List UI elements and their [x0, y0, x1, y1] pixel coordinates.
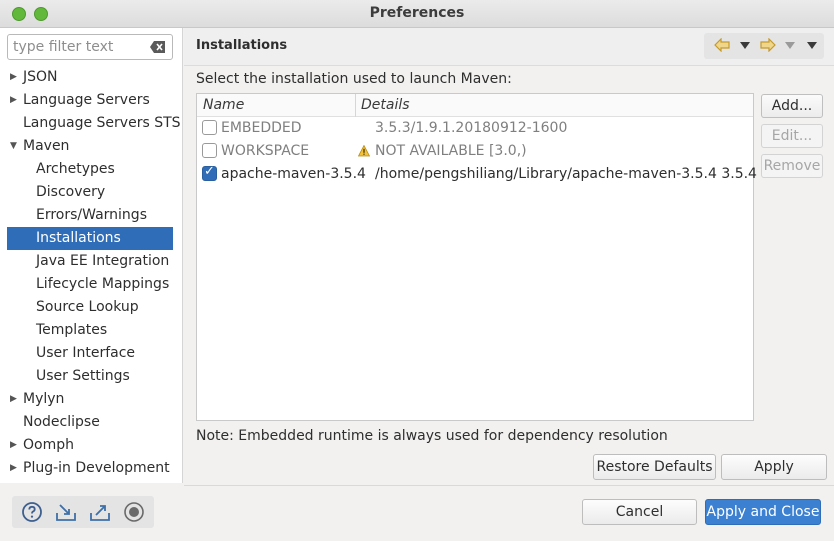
tree-item-plugin-development[interactable]: ▶ Plug-in Development [0, 457, 183, 480]
tree-item-mylyn[interactable]: ▶ Mylyn [0, 388, 183, 411]
record-icon[interactable] [122, 500, 146, 524]
tree-item-archetypes[interactable]: Archetypes [0, 158, 183, 181]
tree-item-maven[interactable]: ▼ Maven [0, 135, 183, 158]
instruction-text: Select the installation used to launch M… [196, 71, 512, 87]
collapse-arrow-icon[interactable]: ▼ [10, 135, 17, 158]
clear-filter-icon[interactable] [150, 41, 166, 53]
footer-divider [184, 485, 834, 486]
tree-item-lifecycle-mappings[interactable]: Lifecycle Mappings [0, 273, 183, 296]
apply-and-close-button[interactable]: Apply and Close [705, 499, 821, 525]
filter-input[interactable] [8, 35, 144, 59]
note-text: Note: Embedded runtime is always used fo… [196, 428, 668, 444]
window-title: Preferences [369, 5, 465, 21]
installation-details: NOT AVAILABLE [3.0,) [375, 143, 527, 159]
restore-defaults-button[interactable]: Restore Defaults [593, 454, 716, 480]
tree-item-discovery[interactable]: Discovery [0, 181, 183, 204]
table-header: Name Details [197, 94, 753, 117]
remove-button[interactable]: Remove [761, 154, 823, 178]
installation-name: apache-maven-3.5.4 [221, 166, 366, 182]
tree-item-source-lookup[interactable]: Source Lookup [0, 296, 183, 319]
warning-icon [358, 145, 370, 157]
back-dropdown-icon[interactable] [740, 42, 750, 49]
back-arrow-icon[interactable] [714, 38, 730, 52]
view-menu-icon[interactable] [807, 42, 817, 49]
installation-name: WORKSPACE [221, 143, 310, 159]
tree-item-templates[interactable]: Templates [0, 319, 183, 342]
tree-item-oomph[interactable]: ▶ Oomph [0, 434, 183, 457]
import-icon[interactable] [54, 500, 78, 524]
installation-checkbox[interactable] [202, 164, 217, 181]
help-icon[interactable] [20, 500, 44, 524]
installation-checkbox[interactable] [202, 120, 217, 135]
history-nav [704, 33, 824, 59]
edit-button[interactable]: Edit... [761, 124, 823, 148]
column-divider[interactable] [355, 94, 356, 117]
tree-item-json[interactable]: ▶ JSON [0, 66, 183, 89]
filter-box [7, 34, 173, 60]
bottom-left-toolbar [12, 496, 154, 528]
column-header-name[interactable]: Name [203, 97, 244, 113]
cancel-button[interactable]: Cancel [582, 499, 697, 525]
installation-details: 3.5.3/1.9.1.20180912-1600 [375, 120, 568, 136]
preferences-tree-panel: ▶JSON ▶Language Servers Language Servers… [0, 28, 183, 483]
tree-item-language-servers[interactable]: ▶ Language Servers [0, 89, 183, 112]
forward-dropdown-icon[interactable] [785, 42, 795, 49]
forward-arrow-icon[interactable] [760, 38, 776, 52]
add-button[interactable]: Add... [761, 94, 823, 118]
export-icon[interactable] [88, 500, 112, 524]
title-bar: Preferences [0, 0, 834, 28]
expand-arrow-icon[interactable]: ▶ [10, 434, 17, 457]
table-row[interactable]: EMBEDDED 3.5.3/1.9.1.20180912-1600 [197, 117, 753, 140]
expand-arrow-icon[interactable]: ▶ [10, 66, 17, 89]
tree-item-user-interface[interactable]: User Interface [0, 342, 183, 365]
tree-item-java-ee-integration[interactable]: Java EE Integration [0, 250, 183, 273]
apply-button[interactable]: Apply [721, 454, 827, 480]
page-header: Installations [184, 28, 834, 66]
expand-arrow-icon[interactable]: ▶ [10, 89, 17, 112]
installation-name: EMBEDDED [221, 120, 302, 136]
tree-item-errors-warnings[interactable]: Errors/Warnings [0, 204, 183, 227]
installations-table: Name Details EMBEDDED 3.5.3/1.9.1.201809… [196, 93, 757, 421]
tree-item-nodeclipse[interactable]: Nodeclipse [0, 411, 183, 434]
column-header-details[interactable]: Details [361, 97, 410, 113]
expand-arrow-icon[interactable]: ▶ [10, 388, 17, 411]
table-row[interactable]: WORKSPACE NOT AVAILABLE [3.0,) [197, 140, 753, 163]
installation-details: /home/pengshiliang/Library/apache-maven-… [375, 166, 757, 182]
table-row[interactable]: apache-maven-3.5.4 /home/pengshiliang/Li… [197, 163, 757, 186]
tree-item-user-settings[interactable]: User Settings [0, 365, 183, 388]
tree-item-installations[interactable]: Installations [7, 227, 173, 250]
tree-item-language-servers-sts[interactable]: Language Servers STS [0, 112, 183, 135]
expand-arrow-icon[interactable]: ▶ [10, 457, 17, 480]
installation-checkbox[interactable] [202, 143, 217, 158]
preferences-tree: ▶ JSON ▶ Language Servers Language Servers… [0, 66, 183, 480]
page-title: Installations [196, 38, 288, 53]
